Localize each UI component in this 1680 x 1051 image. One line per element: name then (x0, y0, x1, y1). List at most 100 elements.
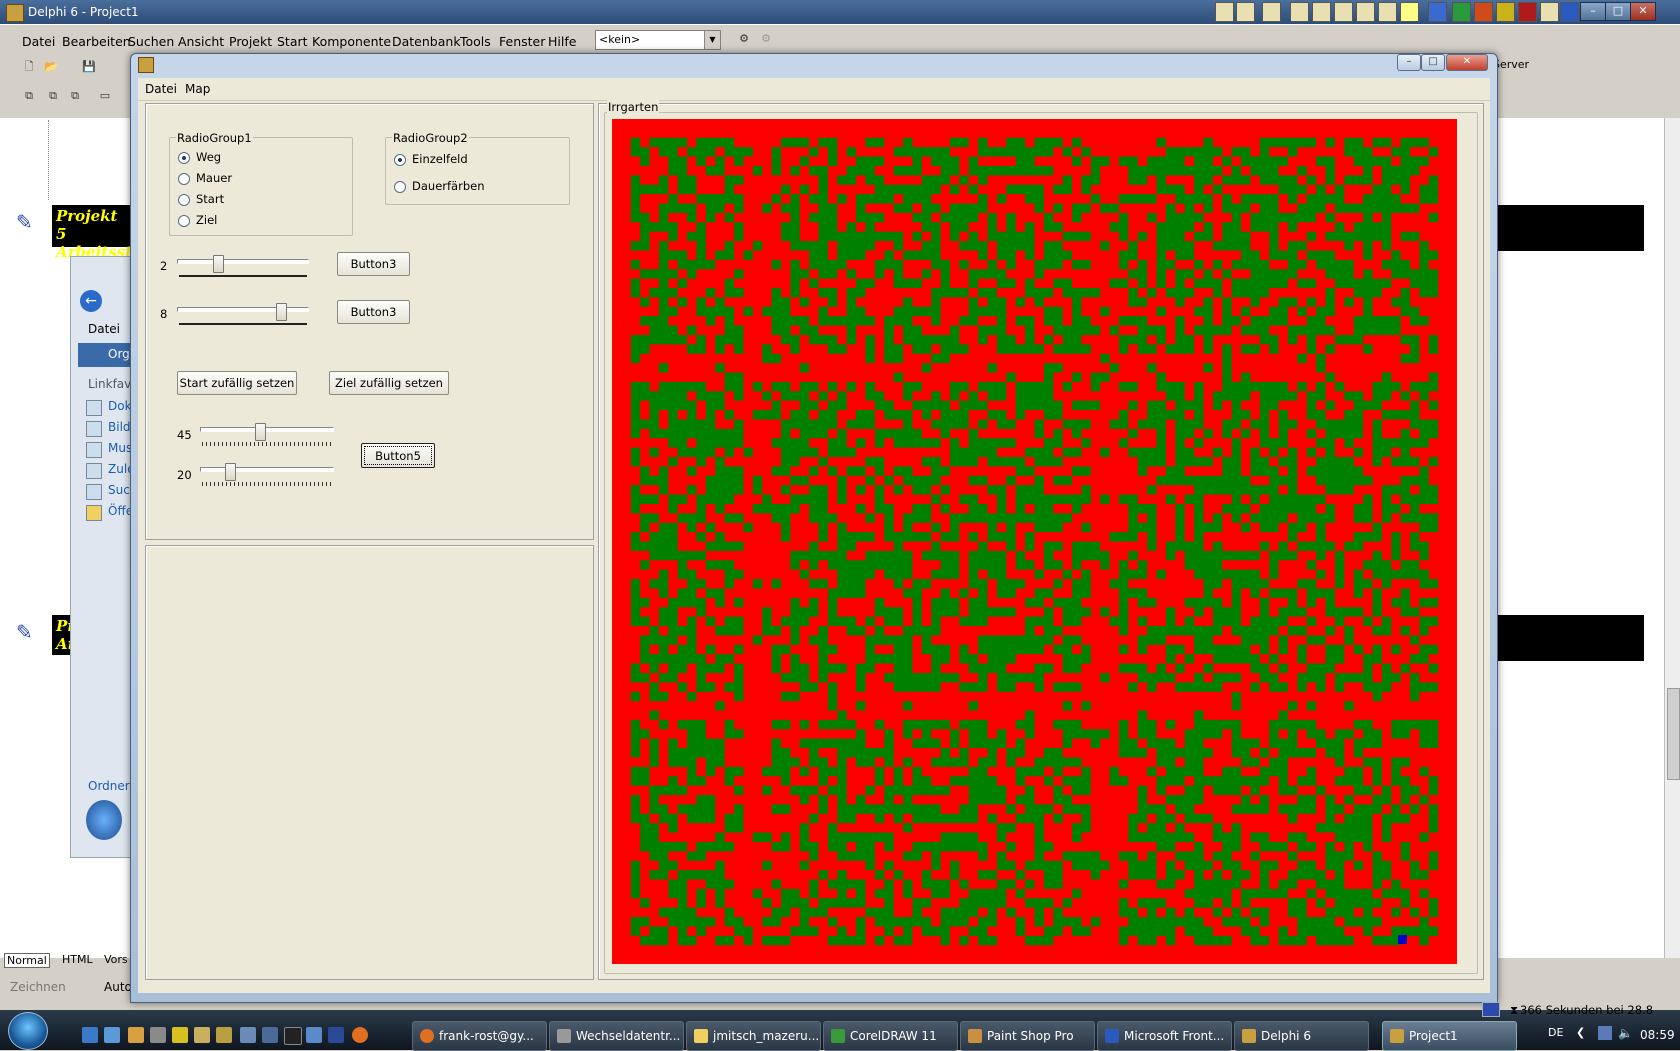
taskbar-item[interactable]: Delphi 6 (1234, 1021, 1369, 1051)
toolbar-app-icon[interactable] (1400, 2, 1419, 22)
network-icon[interactable] (1598, 1026, 1612, 1040)
toolbar-app-icon[interactable] (1262, 2, 1281, 22)
taskbar-item[interactable]: frank-rost@gy... (412, 1021, 547, 1051)
ide-menu-tools[interactable]: Tools (460, 34, 491, 49)
toolbar-icon[interactable]: ⚙ (735, 30, 753, 48)
explorer-link[interactable]: Mus (108, 441, 132, 455)
minimize-icon[interactable]: – (1580, 2, 1606, 21)
ide-menu-fenster[interactable]: Fenster (499, 34, 545, 49)
radio-indicator[interactable] (178, 215, 190, 227)
button3-bottom[interactable]: Button3 (337, 300, 410, 324)
slider-thumb[interactable] (213, 255, 224, 273)
radio-indicator[interactable] (394, 181, 406, 193)
toolbar-app-icon[interactable] (1378, 2, 1397, 22)
slider4[interactable] (200, 463, 334, 486)
chevron-left-icon[interactable]: ❮ (1576, 1026, 1585, 1039)
quicklaunch-icon[interactable] (82, 1027, 98, 1043)
close-icon[interactable]: ✕ (1446, 54, 1488, 71)
toolbar-icon[interactable]: ⧉ (66, 87, 84, 105)
toolbar-app-icon[interactable] (1215, 2, 1234, 22)
toolbar-app-icon[interactable] (1356, 2, 1375, 22)
language-indicator[interactable]: DE (1548, 1026, 1563, 1039)
save-icon[interactable]: 💾 (80, 58, 98, 76)
explorer-link[interactable]: Dok (108, 399, 132, 413)
radio-indicator[interactable] (178, 173, 190, 185)
toolbar-app-icon[interactable] (1334, 2, 1353, 22)
quicklaunch-icon[interactable] (194, 1027, 210, 1043)
palette-tab-server[interactable]: Server (1493, 58, 1529, 71)
taskbar-item[interactable]: jmitsch_mazeru... (686, 1021, 821, 1051)
ide-menu-ansicht[interactable]: Ansicht (178, 34, 224, 49)
toolbar-app-icon[interactable] (1236, 2, 1255, 22)
maximize-icon[interactable]: □ (1421, 54, 1445, 71)
quicklaunch-icon[interactable] (128, 1027, 144, 1043)
explorer-menu[interactable]: Datei (88, 322, 120, 336)
slider-thumb[interactable] (225, 463, 236, 481)
button5[interactable]: Button5 (361, 443, 435, 468)
tab-html[interactable]: HTML (62, 953, 93, 966)
word-icon[interactable] (1428, 2, 1447, 22)
radio-indicator[interactable] (178, 194, 190, 206)
quicklaunch-icon[interactable] (262, 1027, 278, 1043)
mail-icon[interactable] (1290, 2, 1309, 22)
toolbar-app-icon[interactable] (1560, 2, 1579, 22)
maze-grid[interactable] (612, 119, 1457, 964)
open-folder-icon[interactable]: 📂 (42, 58, 60, 76)
quicklaunch-icon[interactable] (150, 1027, 166, 1043)
ide-menu-bearbeiten[interactable]: Bearbeiten (62, 34, 131, 49)
maximize-icon[interactable]: □ (1605, 2, 1631, 21)
ide-menu-komponente[interactable]: Komponente (312, 34, 391, 49)
back-icon[interactable]: ← (80, 290, 102, 312)
powerpoint-icon[interactable] (1474, 2, 1493, 22)
toolbar-app-icon[interactable] (1518, 2, 1537, 22)
ide-menu-datei[interactable]: Datei (22, 34, 55, 49)
tab-preview[interactable]: Vors (104, 953, 128, 966)
toolbar-app-icon[interactable] (1496, 2, 1515, 22)
toolbar-app-icon[interactable] (1312, 2, 1331, 22)
start-random-button[interactable]: Start zufällig setzen (177, 371, 297, 395)
taskbar-item[interactable]: Wechseldatentr... (549, 1021, 684, 1051)
taskbar-item[interactable]: Paint Shop Pro (960, 1021, 1095, 1051)
scrollbar-thumb[interactable] (1667, 688, 1680, 780)
ide-menu-datenbank[interactable]: Datenbank (392, 34, 461, 49)
excel-icon[interactable] (1452, 2, 1471, 22)
toolbar-app-icon[interactable] (1540, 2, 1559, 22)
slider-thumb[interactable] (255, 423, 266, 441)
ide-menu-projekt[interactable]: Projekt (229, 34, 272, 49)
slider3[interactable] (200, 423, 334, 446)
start-button[interactable] (8, 1012, 48, 1050)
new-file-icon[interactable]: 🗋 (20, 58, 38, 76)
slider2[interactable] (177, 303, 309, 325)
taskbar-item[interactable]: CorelDRAW 11 (823, 1021, 958, 1051)
tray-status-icon[interactable] (1482, 1002, 1500, 1017)
explorer-folders-label[interactable]: Ordner (88, 779, 130, 793)
close-icon[interactable]: ✕ (1630, 2, 1656, 21)
ide-menu-suchen[interactable]: Suchen (128, 34, 174, 49)
slider1[interactable] (177, 255, 309, 277)
quicklaunch-icon[interactable] (104, 1027, 120, 1043)
toolbar-icon[interactable]: ⧉ (20, 87, 38, 105)
form-menu-datei[interactable]: Datei (145, 82, 177, 96)
quicklaunch-icon[interactable] (216, 1027, 232, 1043)
toolbar-icon[interactable]: ⧉ (44, 87, 62, 105)
quicklaunch-icon[interactable] (306, 1027, 322, 1043)
quicklaunch-icon[interactable] (328, 1027, 344, 1043)
toolbar-icon[interactable]: ▭ (96, 87, 114, 105)
goal-random-button[interactable]: Ziel zufällig setzen (329, 371, 449, 395)
draw-menu[interactable]: Zeichnen (10, 980, 66, 994)
minimize-icon[interactable]: – (1397, 54, 1421, 71)
quicklaunch-icon[interactable] (172, 1027, 188, 1043)
tab-normal[interactable]: Normal (4, 953, 50, 968)
chevron-down-icon[interactable]: ▼ (704, 31, 720, 49)
radio-indicator[interactable] (394, 154, 406, 166)
explorer-link[interactable]: Bild (108, 420, 131, 434)
slider-thumb[interactable] (276, 303, 287, 321)
component-combo[interactable]: <kein> ▼ (595, 30, 721, 50)
form-menu-map[interactable]: Map (185, 82, 210, 96)
taskbar-item-active[interactable]: Project1 (1382, 1021, 1517, 1051)
firefox-icon[interactable] (352, 1027, 368, 1043)
volume-icon[interactable]: 🔈 (1618, 1026, 1633, 1040)
terminal-icon[interactable] (284, 1027, 302, 1045)
toolbar-icon[interactable]: ⚙ (757, 30, 775, 48)
ide-menu-hilfe[interactable]: Hilfe (548, 34, 576, 49)
